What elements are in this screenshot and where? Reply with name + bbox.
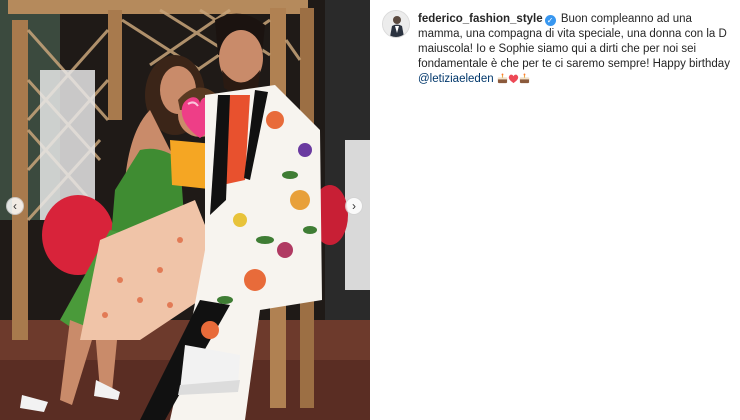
- post-media[interactable]: ‹ ›: [0, 0, 370, 420]
- author-username[interactable]: federico_fashion_style: [418, 13, 543, 25]
- caption-panel: federico_fashion_style ✓ Buon compleanno …: [370, 0, 740, 420]
- red-heart-emoji: [508, 73, 519, 89]
- post-caption: federico_fashion_style ✓ Buon compleanno …: [418, 12, 730, 89]
- avatar[interactable]: [382, 10, 410, 38]
- verified-badge-icon: ✓: [544, 15, 556, 26]
- chevron-right-icon: ›: [352, 199, 356, 213]
- caption-mention[interactable]: @letiziaeleden: [418, 73, 494, 85]
- chevron-left-icon: ‹: [13, 199, 17, 213]
- cake-emoji: [497, 73, 508, 89]
- cake-emoji: [519, 73, 530, 89]
- avatar-image: [383, 11, 409, 37]
- carousel-next-button[interactable]: ›: [345, 197, 363, 215]
- post-photo: [0, 0, 370, 420]
- instagram-post: ‹ › federico_fashion_style ✓ Buon complea…: [0, 0, 740, 420]
- carousel-prev-button[interactable]: ‹: [6, 197, 24, 215]
- caption-row: federico_fashion_style ✓ Buon compleanno …: [382, 10, 730, 89]
